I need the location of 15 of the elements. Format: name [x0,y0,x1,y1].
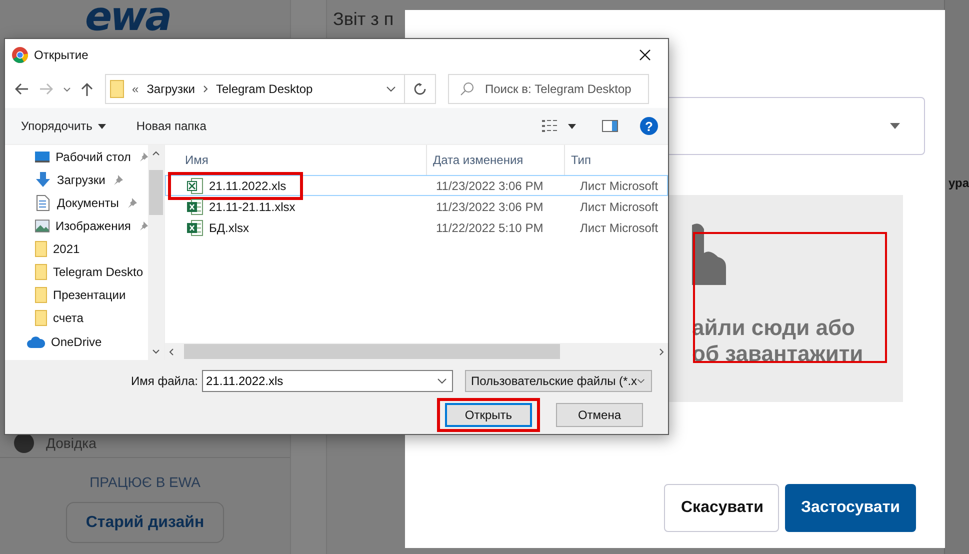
column-heading: ура [948,176,969,190]
page-title: Звіт з п [332,8,395,30]
sidebar-caption: ПРАЦЮЄ В EWA [90,474,200,490]
file-name-label: Имя файла: [131,374,198,388]
modified-date: 11/22/2022 5:10 PM [435,220,544,234]
logo: ewa [85,0,172,38]
file-name: 21.11-21.11.xlsx [209,200,296,214]
file-type: Лист Microsoft [579,178,660,192]
file-name: БД.xlsx [209,220,250,234]
file-type: Лист Microsoft [579,200,660,214]
dialog-title: Открытие [34,48,88,62]
file-type: Лист Microsoft [579,220,660,234]
modified-date: 11/23/2022 3:06 PM [435,200,544,214]
file-name: 21.11.2022.xls [209,178,286,192]
modified-date: 11/23/2022 3:06 PM [435,178,544,192]
